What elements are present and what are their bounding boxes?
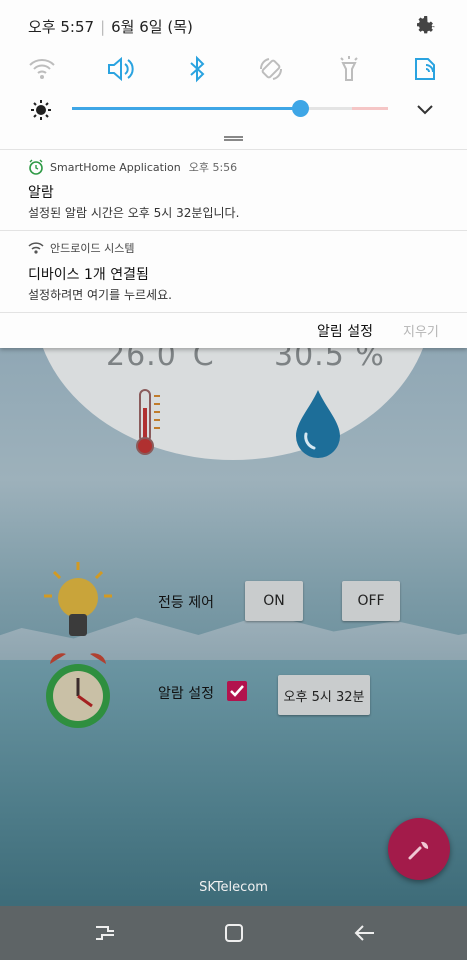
notification-app-name: SmartHome Application <box>50 160 181 174</box>
alarm-clock-icon <box>46 653 110 728</box>
notification-title: 알람 <box>28 185 54 201</box>
status-time: 오후 5:57 <box>28 18 95 36</box>
light-control-label: 전등 제어 <box>158 595 214 611</box>
navigation-bar <box>0 906 467 960</box>
secure-folder-icon[interactable] <box>411 55 439 83</box>
settings-fab[interactable] <box>388 818 450 880</box>
status-line: 오후 5:57 | 6월 6일 (목) <box>28 16 193 37</box>
back-arrow-icon <box>354 925 374 941</box>
notification-panel: 오후 5:57 | 6월 6일 (목) SmartHome Applicatio… <box>0 0 467 348</box>
light-bulb-icon <box>44 562 112 636</box>
home-button[interactable] <box>219 918 249 948</box>
alarm-checkbox[interactable] <box>227 681 247 701</box>
checkmark-icon <box>230 685 244 697</box>
alarm-setting-label: 알람 설정 <box>158 686 214 702</box>
divider <box>0 312 467 313</box>
notification-body: 설정하려면 여기를 누르세요. <box>28 288 172 302</box>
notification-app-name: 안드로이드 시스템 <box>50 242 135 255</box>
light-off-button[interactable]: OFF <box>342 581 400 621</box>
notification-time: 오후 5:56 <box>188 161 238 174</box>
notification-title: 디바이스 1개 연결됨 <box>28 267 149 283</box>
notification-body: 설정된 알람 시간은 오후 5시 32분입니다. <box>28 206 240 220</box>
wifi-icon <box>28 242 44 254</box>
brightness-thumb[interactable] <box>291 100 309 117</box>
clear-button[interactable]: 지우기 <box>403 321 439 340</box>
status-separator: | <box>100 18 106 36</box>
chevron-down-icon[interactable] <box>415 100 435 120</box>
brightness-icon <box>31 100 51 120</box>
wrench-icon <box>408 841 429 860</box>
gear-icon[interactable] <box>413 14 437 38</box>
alarm-time-button[interactable]: 오후 5시 32분 <box>278 675 370 715</box>
brightness-slider[interactable] <box>72 100 388 117</box>
light-on-button[interactable]: ON <box>245 581 303 621</box>
recent-apps-icon <box>96 926 114 940</box>
notification-settings-button[interactable]: 알림 설정 <box>317 321 373 341</box>
back-button[interactable] <box>350 918 380 948</box>
brightness-slider-end <box>352 107 388 110</box>
drag-handle[interactable] <box>224 136 243 141</box>
alarm-clock-icon <box>29 159 43 175</box>
bluetooth-icon[interactable] <box>183 55 211 83</box>
divider <box>0 230 467 231</box>
wifi-icon[interactable] <box>28 55 56 83</box>
carrier-label: SKTelecom <box>199 880 268 895</box>
thermometer-icon <box>136 389 160 455</box>
volume-icon[interactable] <box>106 55 134 83</box>
brightness-fill <box>72 107 300 110</box>
status-date[interactable]: 6월 6일 (목) <box>111 18 193 36</box>
divider <box>0 149 467 150</box>
flashlight-icon[interactable] <box>335 55 363 83</box>
auto-rotate-icon[interactable] <box>257 55 285 83</box>
recent-apps-button[interactable] <box>90 918 120 948</box>
water-drop-icon <box>296 390 340 458</box>
home-icon <box>225 924 243 942</box>
